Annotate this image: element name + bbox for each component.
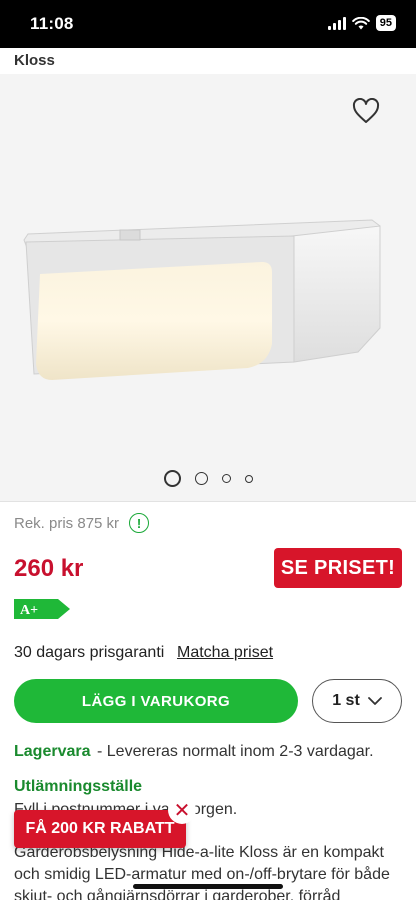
battery-indicator: 95 <box>375 15 396 31</box>
divider <box>0 501 416 502</box>
recommended-price-text: Rek. pris 875 kr <box>14 514 120 532</box>
home-indicator[interactable] <box>133 884 283 889</box>
product-description: Garderobsbelysning Hide-a-lite Kloss är … <box>14 844 390 900</box>
energy-class-label: A+ <box>20 603 38 618</box>
gallery-dot-3[interactable] <box>221 474 231 483</box>
status-bar: 11:08 95 <box>0 0 416 48</box>
stock-status-label: Lagervara <box>14 743 91 760</box>
gallery-dot-1[interactable] <box>163 470 181 487</box>
gallery-dot-4[interactable] <box>244 474 253 483</box>
add-to-cart-button[interactable]: LÄGG I VARUKORG <box>14 679 298 723</box>
quantity-value: 1 st <box>332 692 360 709</box>
stock-status-text: - Levereras normalt inom 2-3 vardagar. <box>97 743 374 760</box>
wifi-icon <box>351 16 370 29</box>
status-time: 11:08 <box>30 14 74 33</box>
product-price: 260 kr <box>14 555 84 582</box>
product-image-gallery[interactable] <box>0 74 416 502</box>
close-icon[interactable]: ✕ <box>168 796 196 824</box>
cellular-signal-icon <box>327 16 346 30</box>
match-price-link[interactable]: Matcha priset <box>177 644 273 662</box>
info-icon[interactable]: ! <box>129 513 150 533</box>
status-icons: 95 <box>327 15 396 31</box>
chevron-down-icon <box>367 696 382 705</box>
product-image <box>23 219 381 380</box>
gallery-dot-2[interactable] <box>194 472 208 485</box>
price-guarantee: 30 dagars prisgaranti <box>14 644 165 661</box>
pickup-point-label: Utlämningsställe <box>14 778 143 795</box>
product-title: Kloss <box>14 52 55 69</box>
quantity-select[interactable]: 1 st <box>312 679 402 723</box>
energy-class-badge[interactable]: A+ <box>14 599 70 619</box>
discount-promo-button[interactable]: FÅ 200 KR RABATT <box>14 810 186 848</box>
see-price-button[interactable]: SE PRISET! <box>274 548 402 588</box>
gallery-pagination[interactable] <box>0 470 416 487</box>
favorite-heart-icon[interactable] <box>352 98 380 124</box>
recommended-price: Rek. pris 875 kr ! <box>14 513 150 533</box>
